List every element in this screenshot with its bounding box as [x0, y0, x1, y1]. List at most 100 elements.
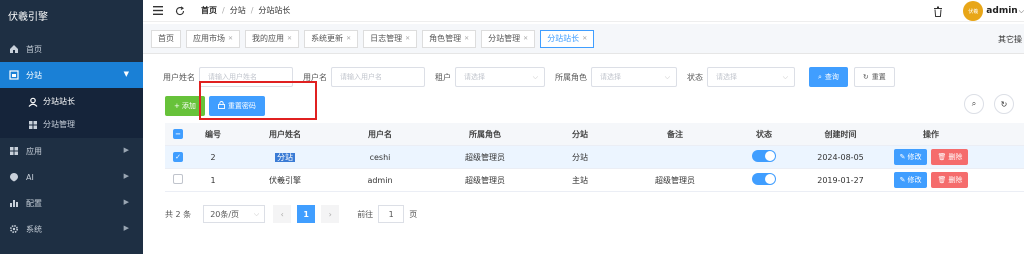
trash-icon: 🗑: [937, 176, 947, 184]
refresh-icon: ↻: [862, 73, 869, 81]
delete-button[interactable]: 🗑 删除: [931, 172, 969, 188]
tag-system-update[interactable]: 系统更新 ✕: [304, 29, 359, 48]
sidebar-item-label: 应用: [26, 146, 42, 156]
placeholder: 请输入用户名: [340, 73, 382, 81]
column-header: 操作: [923, 129, 939, 139]
table-row[interactable]: ✓ 2 分站 ceshi 超级管理员 分站 2024-08-05 ✎ 修改 🗑 删除: [165, 146, 1024, 169]
cell-actions: ✎ 修改 🗑 删除: [888, 172, 974, 188]
tag-app-market[interactable]: 应用市场 ✕: [186, 29, 241, 48]
avatar[interactable]: 伏羲: [963, 1, 984, 21]
login-input[interactable]: 请输入用户名: [331, 67, 425, 87]
page-number[interactable]: 1: [297, 205, 316, 223]
close-icon[interactable]: ✕: [228, 35, 233, 42]
delete-button[interactable]: 🗑 删除: [931, 149, 969, 165]
prev-page-button[interactable]: ‹: [273, 205, 292, 223]
sidebar-subitem-station-manage[interactable]: 分站管理: [0, 113, 143, 136]
trash-icon[interactable]: [931, 4, 945, 18]
chevron-down-icon: ⌵: [532, 73, 538, 81]
close-icon[interactable]: ✕: [346, 35, 351, 42]
close-icon[interactable]: ✕: [464, 35, 469, 42]
column-header: 用户姓名: [269, 129, 301, 139]
sidebar-item-config[interactable]: 配置 ▶: [0, 190, 143, 216]
refresh-table-icon[interactable]: ↻: [994, 94, 1014, 114]
role-label: 所属角色: [555, 72, 587, 82]
row-checkbox[interactable]: ✓: [173, 152, 183, 162]
sidebar-item-station[interactable]: 分站 ▼: [0, 62, 143, 88]
reset-button[interactable]: ↻ 重置: [853, 67, 895, 87]
tag-station-master[interactable]: 分站站长 ✕: [540, 29, 595, 48]
tag-label: 应用市场: [193, 34, 225, 43]
tag-station-manage[interactable]: 分站管理 ✕: [481, 29, 536, 48]
tag-role-manage[interactable]: 角色管理 ✕: [422, 29, 477, 48]
edit-button[interactable]: ✎ 修改: [893, 172, 928, 188]
column-header: 备注: [667, 129, 683, 139]
tag-my-apps[interactable]: 我的应用 ✕: [245, 29, 300, 48]
placeholder: 请选择: [716, 73, 737, 81]
total-count: 共 2 条: [165, 209, 192, 219]
cell-name: 分站: [235, 152, 335, 163]
station-icon: [8, 69, 20, 81]
query-button[interactable]: ⌕ 查询: [809, 67, 848, 87]
tags-more-dropdown[interactable]: 其它操: [998, 34, 1022, 45]
status-switch[interactable]: [752, 173, 776, 185]
role-select[interactable]: 请选择 ⌵: [591, 67, 677, 87]
caret-right-icon: ▶: [123, 172, 129, 180]
chevron-down-icon[interactable]: ⌵: [1019, 7, 1024, 16]
breadcrumb-separator: /: [250, 6, 254, 15]
table-row[interactable]: 1 伏羲引擎 admin 超级管理员 主站 超级管理员 2019-01-27 ✎…: [165, 169, 1024, 192]
plus-icon: +: [174, 102, 180, 110]
row-select-cell: ✓: [165, 152, 191, 162]
edit-label: 修改: [907, 176, 922, 184]
close-icon[interactable]: ✕: [405, 35, 410, 42]
edit-icon: ✎: [899, 176, 906, 184]
edit-button[interactable]: ✎ 修改: [893, 149, 928, 165]
goto-page-input[interactable]: 1: [378, 205, 405, 223]
add-button-label: 添加: [181, 102, 196, 110]
page-suffix: 页: [409, 209, 418, 219]
select-all-checkbox[interactable]: −: [173, 129, 183, 139]
breadcrumb-item[interactable]: 分站: [230, 5, 246, 16]
status-label: 状态: [687, 72, 703, 82]
caret-down-icon: ▼: [123, 70, 129, 78]
status-switch[interactable]: [752, 150, 776, 162]
sidebar-item-label: 分站: [26, 70, 42, 80]
cell-id: 2: [210, 152, 216, 162]
close-icon[interactable]: ✕: [582, 35, 587, 42]
tag-label: 首页: [158, 34, 174, 43]
breadcrumb: 首页 / 分站 / 分站站长: [201, 5, 290, 16]
sidebar-subitem-station-master[interactable]: 分站站长: [0, 90, 143, 113]
cell-role: 超级管理员: [465, 152, 505, 162]
cell-actions: ✎ 修改 🗑 删除: [888, 149, 974, 165]
page-size-select[interactable]: 20条/页 ⌵: [203, 205, 266, 223]
username[interactable]: admin: [986, 6, 1017, 16]
sidebar-subitem-label: 分站站长: [43, 97, 75, 106]
sidebar-submenu: 分站站长 分站管理: [0, 88, 143, 138]
brand-title: 伏羲引擎: [8, 12, 48, 23]
row-checkbox[interactable]: [173, 174, 183, 184]
row-select-cell: [165, 174, 191, 186]
close-icon[interactable]: ✕: [287, 35, 292, 42]
tag-log-manage[interactable]: 日志管理 ✕: [363, 29, 418, 48]
tenant-select[interactable]: 请选择 ⌵: [455, 67, 545, 87]
sidebar-item-system[interactable]: 系统 ▶: [0, 216, 143, 242]
close-icon[interactable]: ✕: [523, 35, 528, 42]
column-header: 编号: [205, 129, 221, 139]
cell-username: ceshi: [369, 152, 391, 162]
delete-label: 删除: [948, 176, 963, 184]
next-page-button[interactable]: ›: [321, 205, 340, 223]
sidebar-item-apps[interactable]: 应用 ▶: [0, 138, 143, 164]
cell-station: 主站: [572, 175, 588, 185]
sidebar-item-home[interactable]: 首页: [0, 36, 143, 62]
edit-label: 修改: [907, 153, 922, 161]
sidebar-item-ai[interactable]: AI ▶: [0, 164, 143, 190]
breadcrumb-item[interactable]: 首页: [201, 5, 217, 16]
breadcrumb-separator: /: [222, 6, 225, 15]
tag-home[interactable]: 首页: [151, 29, 181, 48]
status-select[interactable]: 请选择 ⌵: [707, 67, 795, 87]
search-toggle-icon[interactable]: ⌕: [964, 94, 984, 114]
user-table: − 编号 用户姓名 用户名 所属角色 分站 备注 状态 创建时间 操作 ✓ 2 …: [165, 123, 1024, 192]
menu-toggle-icon[interactable]: [151, 4, 165, 18]
sidebar-item-label: 首页: [26, 44, 42, 54]
refresh-icon[interactable]: [173, 4, 187, 18]
column-header: 分站: [572, 129, 588, 139]
